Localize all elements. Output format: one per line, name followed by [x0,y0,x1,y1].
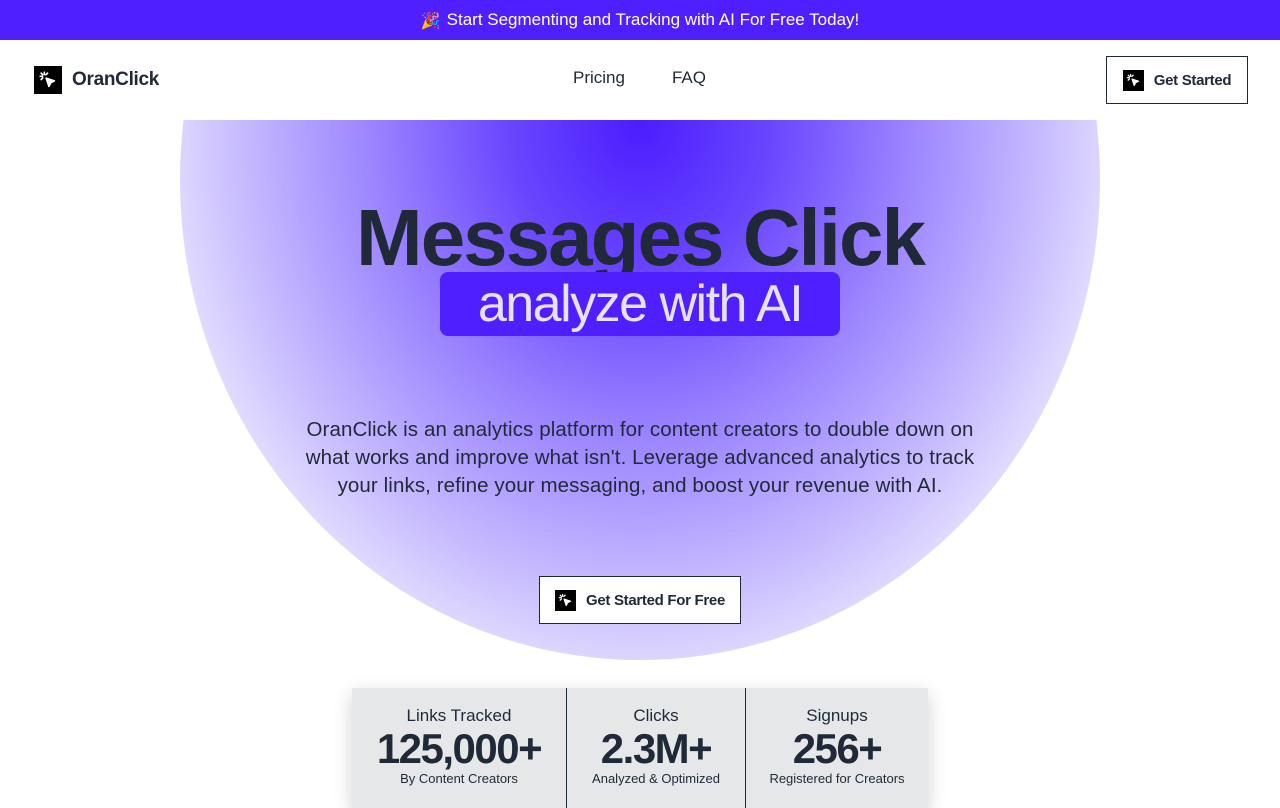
stat-value: 256+ [792,725,883,772]
announcement-banner[interactable]: 🎉 Start Segmenting and Tracking with AI … [0,0,1280,40]
stat-links-tracked: Links Tracked 125,000+ By Content Creato… [352,688,566,808]
stat-clicks: Clicks 2.3M+ Analyzed & Optimized [566,688,745,808]
banner-text: Start Segmenting and Tracking with AI Fo… [446,10,860,29]
get-started-free-button[interactable]: Get Started For Free [539,576,741,624]
navbar: OranClick Pricing FAQ Get Started [0,40,1280,120]
stat-value: 125,000+ [376,725,543,772]
stat-label: Clicks [633,706,679,725]
nav-link-pricing[interactable]: Pricing [573,68,625,88]
brand-name: OranClick [72,69,160,90]
cursor-click-icon [554,589,576,611]
stat-label: Signups [806,706,868,725]
stats-panel: Links Tracked 125,000+ By Content Creato… [352,688,928,808]
nav-links: Pricing FAQ [573,68,706,88]
cursor-click-icon [1122,69,1144,91]
get-started-free-label: Get Started For Free [585,591,726,609]
hero-description: OranClick is an analytics platform for c… [305,418,975,497]
stat-label: Links Tracked [406,706,512,725]
stat-subtext: Analyzed & Optimized [592,771,720,786]
cursor-click-icon [34,66,62,94]
brand-logo-link[interactable]: OranClick [34,66,159,94]
get-started-label: Get Started [1153,71,1232,89]
stat-subtext: Registered for Creators [769,771,905,786]
hero-tagline-badge: analyze with AI [440,272,840,336]
nav-link-faq[interactable]: FAQ [672,68,706,88]
party-popper-icon: 🎉 [420,10,441,30]
get-started-button[interactable]: Get Started [1106,56,1248,104]
stat-value: 2.3M+ [600,725,713,772]
stat-signups: Signups 256+ Registered for Creators [745,688,928,808]
hero-headline: Messages Click [356,193,926,282]
stat-subtext: By Content Creators [400,771,518,786]
